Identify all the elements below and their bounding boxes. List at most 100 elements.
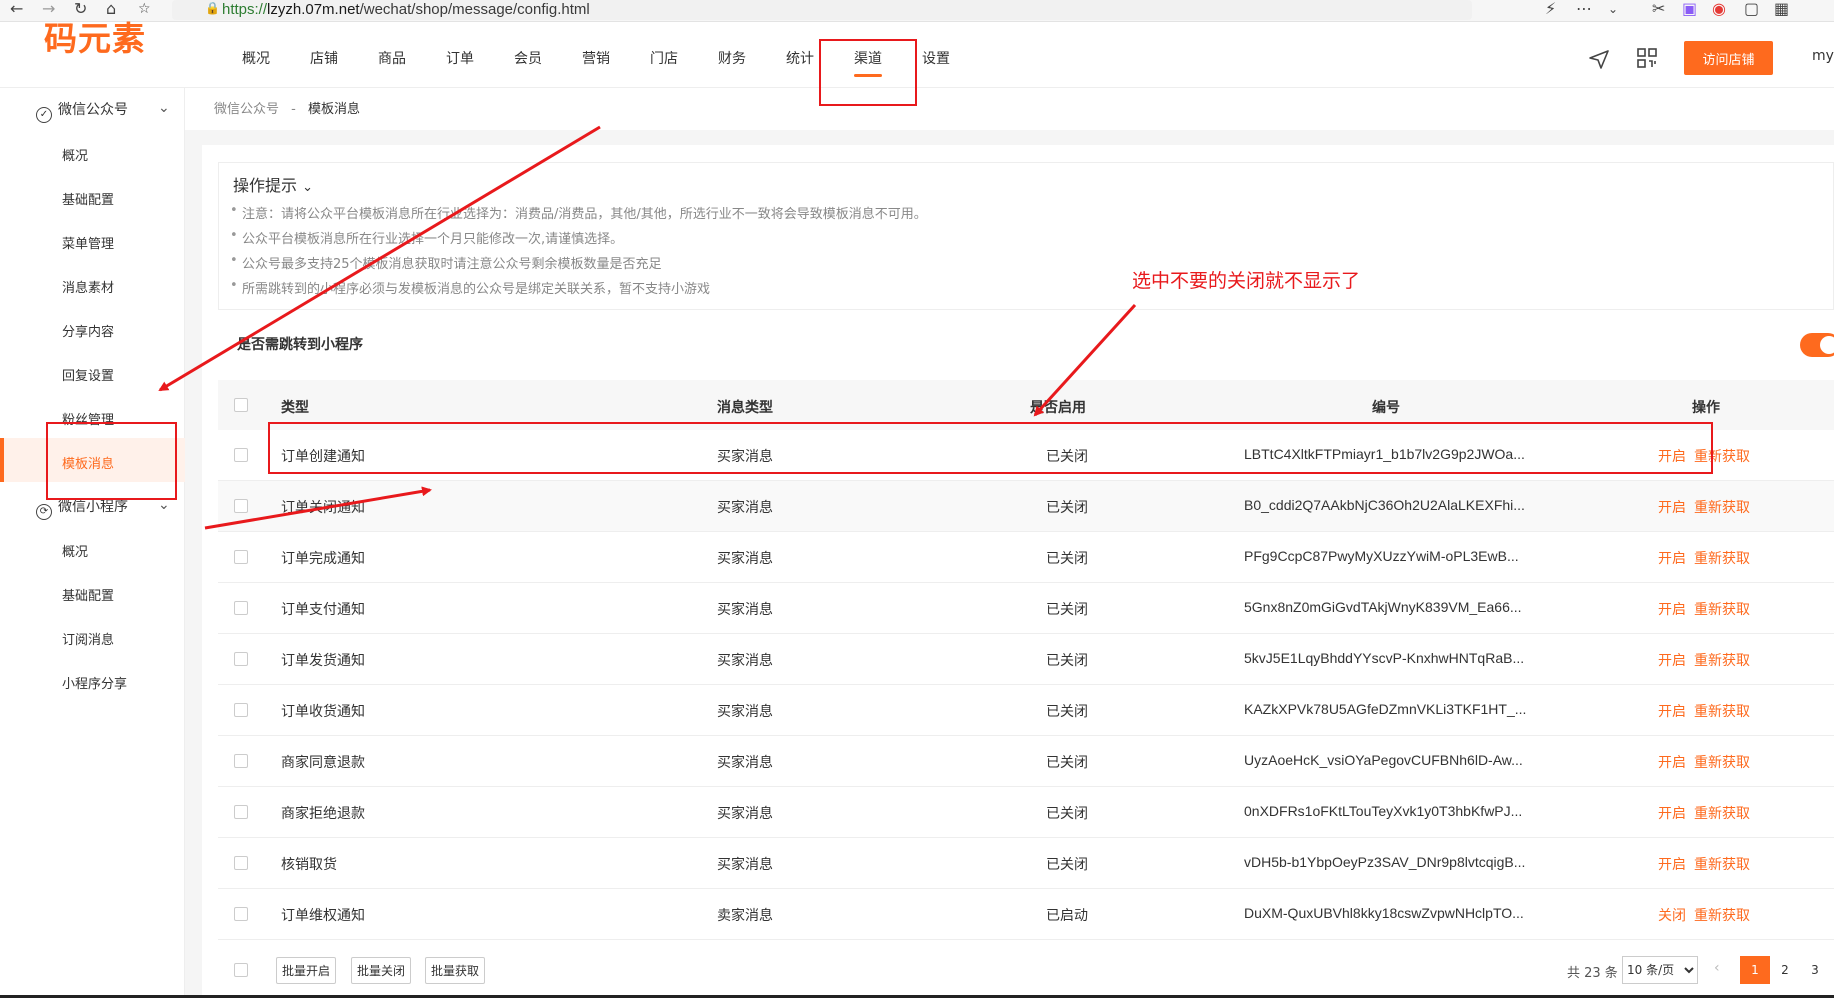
more-icon[interactable]: ⋯ (1576, 0, 1592, 18)
cell-type: 订单维权通知 (281, 908, 365, 924)
refetch-button[interactable]: 重新获取 (1694, 599, 1750, 619)
send-icon[interactable] (1588, 48, 1610, 70)
sidebar-item-mp-basic-config[interactable]: 基础配置 (62, 585, 114, 604)
sidebar-item-menu[interactable]: 菜单管理 (62, 233, 114, 252)
refetch-button[interactable]: 重新获取 (1694, 497, 1750, 517)
sidebar-item-reply[interactable]: 回复设置 (62, 365, 114, 384)
refetch-button[interactable]: 重新获取 (1694, 548, 1750, 568)
refetch-button[interactable]: 重新获取 (1694, 854, 1750, 874)
row-checkbox[interactable] (234, 550, 248, 564)
row-checkbox[interactable] (234, 907, 248, 921)
enable-button[interactable]: 开启 (1658, 650, 1686, 670)
annotation-note: 选中不要的关闭就不显示了 (1132, 270, 1361, 292)
nav-orders[interactable]: 订单 (446, 48, 474, 68)
chevron-down-icon[interactable]: ⌄ (1608, 0, 1618, 18)
page-1[interactable]: 1 (1740, 956, 1770, 984)
enable-button[interactable]: 开启 (1658, 854, 1686, 874)
translate-icon[interactable]: ▣ (1682, 0, 1697, 18)
page-2[interactable]: 2 (1770, 956, 1800, 984)
cell-type: 商家同意退款 (281, 755, 365, 771)
enable-button[interactable]: 开启 (1658, 548, 1686, 568)
top-nav (0, 22, 1834, 88)
cell-type: 核销取货 (281, 857, 337, 873)
nav-marketing[interactable]: 营销 (582, 48, 610, 68)
chevron-left-icon[interactable]: ‹ (1714, 960, 1720, 976)
nav-finance[interactable]: 财务 (718, 48, 746, 68)
enable-button[interactable]: 开启 (1658, 701, 1686, 721)
jump-mini-program-label: 是否需跳转到小程序 (237, 337, 363, 353)
row-checkbox[interactable] (234, 448, 248, 462)
batch-close-button[interactable]: 批量关闭 (351, 957, 412, 984)
sidebar-item-subscribe-message[interactable]: 订阅消息 (62, 629, 114, 648)
cell-message-type: 卖家消息 (717, 908, 773, 924)
sidebar-item-mp-overview[interactable]: 概况 (62, 541, 88, 560)
batch-open-button[interactable]: 批量开启 (276, 957, 337, 984)
breadcrumb: 微信公众号 - 模板消息 (214, 98, 360, 117)
cell-status: 已关闭 (1046, 602, 1088, 618)
scan-icon[interactable] (1636, 47, 1658, 69)
refetch-button[interactable]: 重新获取 (1694, 752, 1750, 772)
apps-icon[interactable]: ▦ (1774, 0, 1789, 18)
col-code: 编号 (1372, 400, 1400, 416)
extension-icon[interactable]: ▢ (1744, 0, 1759, 18)
footer-select-all-checkbox[interactable] (234, 963, 248, 977)
tips-title[interactable]: 操作提示 ⌄ (233, 172, 313, 196)
enable-button[interactable]: 开启 (1658, 803, 1686, 823)
cell-message-type: 买家消息 (717, 653, 773, 669)
select-all-checkbox[interactable] (234, 398, 248, 412)
url-text[interactable]: https://lzyzh.07m.net/wechat/shop/messag… (222, 0, 590, 19)
breadcrumb-separator: - (291, 102, 296, 117)
nav-settings[interactable]: 设置 (922, 48, 950, 68)
user-name[interactable]: mys (1812, 48, 1834, 64)
tip-item: 公众号最多支持25个模板消息获取时请注意公众号剩余模板数量是否充足 (230, 253, 662, 272)
lightning-icon[interactable]: ⚡ (1545, 0, 1556, 18)
nav-shops[interactable]: 门店 (650, 48, 678, 68)
check-circle-icon: ✓ (36, 107, 52, 123)
visit-store-button[interactable]: 访问店铺 (1684, 41, 1773, 75)
table-row (218, 481, 1834, 532)
scissors-icon[interactable]: ✂ (1652, 0, 1665, 18)
cell-status: 已关闭 (1046, 704, 1088, 720)
row-checkbox[interactable] (234, 499, 248, 513)
logo[interactable]: 码元素 (44, 12, 146, 60)
annotation-box-sidebar (46, 422, 177, 500)
nav-members[interactable]: 会员 (514, 48, 542, 68)
sidebar-item-share[interactable]: 分享内容 (62, 321, 114, 340)
breadcrumb-parent[interactable]: 微信公众号 (214, 102, 279, 117)
row-checkbox[interactable] (234, 805, 248, 819)
row-checkbox[interactable] (234, 601, 248, 615)
sidebar-item-materials[interactable]: 消息素材 (62, 277, 114, 296)
refetch-button[interactable]: 重新获取 (1694, 701, 1750, 721)
refetch-button[interactable]: 重新获取 (1694, 905, 1750, 925)
toggle-knob (1820, 336, 1834, 354)
batch-fetch-button[interactable]: 批量获取 (425, 957, 486, 984)
sidebar-item-mp-share[interactable]: 小程序分享 (62, 673, 127, 692)
breadcrumb-current: 模板消息 (308, 102, 361, 117)
row-checkbox[interactable] (234, 754, 248, 768)
sidebar-group-official-account[interactable]: ✓ 微信公众号 (36, 99, 128, 123)
enable-button[interactable]: 开启 (1658, 599, 1686, 619)
row-checkbox[interactable] (234, 652, 248, 666)
cell-type: 商家拒绝退款 (281, 806, 365, 822)
nav-overview[interactable]: 概况 (242, 48, 270, 68)
page-size-select[interactable]: 10 条/页 (1622, 956, 1698, 984)
nav-goods[interactable]: 商品 (378, 48, 406, 68)
chevron-down-icon[interactable]: ⌄ (158, 100, 170, 116)
back-icon[interactable]: ← (10, 0, 23, 18)
nav-store[interactable]: 店铺 (310, 48, 338, 68)
enable-button[interactable]: 开启 (1658, 497, 1686, 517)
page-3[interactable]: 3 (1800, 956, 1830, 984)
disable-button[interactable]: 关闭 (1658, 905, 1686, 925)
row-checkbox[interactable] (234, 856, 248, 870)
row-checkbox[interactable] (234, 703, 248, 717)
cell-message-type: 买家消息 (717, 806, 773, 822)
sidebar-item-basic-config[interactable]: 基础配置 (62, 189, 114, 208)
refetch-button[interactable]: 重新获取 (1694, 650, 1750, 670)
cell-message-type: 买家消息 (717, 500, 773, 516)
table-row (218, 838, 1834, 889)
nav-stats[interactable]: 统计 (786, 48, 814, 68)
sidebar-item-overview[interactable]: 概况 (62, 145, 88, 164)
enable-button[interactable]: 开启 (1658, 752, 1686, 772)
refetch-button[interactable]: 重新获取 (1694, 803, 1750, 823)
game-icon[interactable]: ◉ (1712, 0, 1726, 18)
